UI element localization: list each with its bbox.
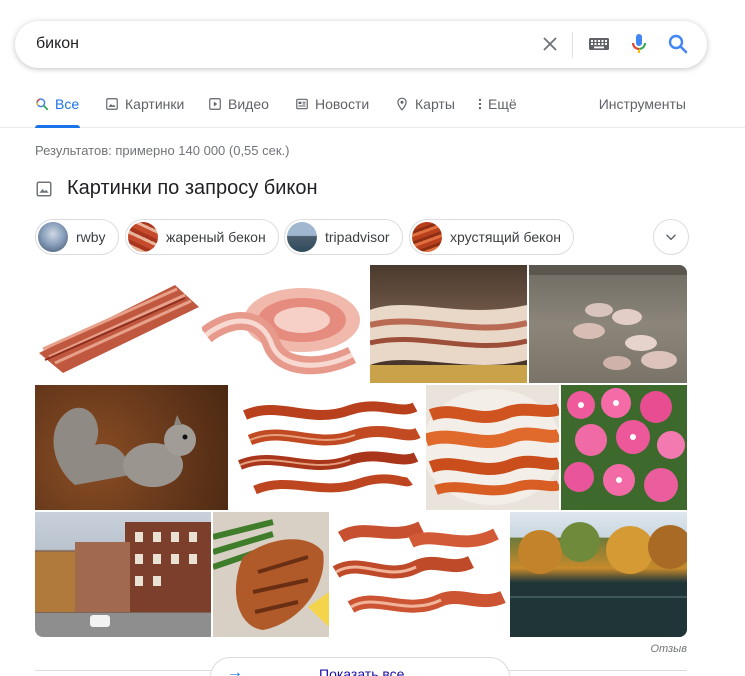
tab-label: Карты bbox=[415, 96, 455, 112]
show-all-button[interactable]: → Показать все bbox=[210, 657, 510, 676]
image-bacon-plate[interactable] bbox=[426, 385, 559, 510]
image-icon bbox=[106, 98, 118, 110]
image-street[interactable] bbox=[35, 512, 211, 637]
microphone-icon[interactable] bbox=[627, 32, 651, 56]
pond-picture bbox=[510, 522, 687, 637]
bacon-slab-picture bbox=[370, 305, 527, 383]
search-tabs: Все Картинки Видео Новости Карты Ещё Инс… bbox=[0, 88, 745, 128]
tab-more[interactable]: Ещё bbox=[476, 96, 517, 112]
tab-label: Видео bbox=[228, 96, 269, 112]
chip-tripadvisor[interactable]: tripadvisor bbox=[284, 219, 403, 255]
tab-all[interactable]: Все bbox=[35, 96, 79, 112]
image-pond[interactable] bbox=[510, 512, 687, 637]
street-picture bbox=[35, 522, 211, 627]
chevron-down-icon bbox=[666, 234, 676, 241]
tab-label: Ещё bbox=[488, 96, 517, 112]
tab-maps[interactable]: Карты bbox=[395, 96, 455, 112]
arrow-right-icon: → bbox=[227, 664, 243, 676]
image-bacon-rolled[interactable] bbox=[202, 265, 368, 383]
chip-label: tripadvisor bbox=[325, 229, 390, 245]
image-squirrel[interactable] bbox=[35, 385, 228, 510]
bacon-rolled-picture bbox=[202, 288, 360, 375]
bacon-crispy-picture bbox=[238, 401, 421, 495]
bacon-pieces-picture bbox=[332, 521, 506, 613]
news-icon bbox=[296, 98, 308, 110]
image-icon bbox=[36, 181, 52, 196]
image-bacon-slab[interactable] bbox=[370, 265, 527, 383]
keyboard-icon[interactable] bbox=[588, 36, 610, 52]
bacon-plate-picture bbox=[426, 389, 559, 505]
chips-next-button[interactable] bbox=[653, 219, 689, 255]
image-bacon-strips[interactable] bbox=[35, 265, 200, 383]
chip-label: хрустящий бекон bbox=[450, 229, 561, 245]
close-icon[interactable] bbox=[539, 33, 561, 55]
chip-rwby[interactable]: rwby bbox=[35, 219, 119, 255]
piglets-picture bbox=[529, 265, 687, 370]
chip-thumbnail bbox=[128, 222, 158, 252]
tab-images[interactable]: Картинки bbox=[105, 96, 184, 112]
image-grid bbox=[35, 265, 687, 637]
chip-crispy-bacon[interactable]: хрустящий бекон bbox=[409, 219, 574, 255]
tab-label: Все bbox=[55, 96, 80, 112]
map-pin-icon bbox=[397, 97, 407, 111]
feedback-link[interactable]: Отзыв bbox=[650, 643, 687, 655]
show-all-label: Показать все bbox=[319, 666, 405, 676]
search-icon[interactable] bbox=[666, 32, 690, 56]
squirrel-picture bbox=[53, 407, 196, 487]
chip-thumbnail bbox=[287, 222, 317, 252]
image-pink-flowers[interactable] bbox=[561, 385, 687, 510]
chip-thumbnail bbox=[38, 222, 68, 252]
image-bacon-pieces[interactable] bbox=[331, 512, 508, 637]
image-bacon-crispy[interactable] bbox=[230, 385, 424, 510]
chip-label: rwby bbox=[76, 229, 106, 245]
search-input[interactable]: бикон bbox=[36, 35, 79, 53]
chip-fried-bacon[interactable]: жареный бекон bbox=[125, 219, 279, 255]
grilled-fish-picture bbox=[213, 519, 329, 630]
more-vertical-icon bbox=[478, 98, 482, 110]
search-box[interactable]: бикон bbox=[15, 21, 707, 68]
result-stats: Результатов: примерно 140 000 (0,55 сек.… bbox=[35, 143, 290, 158]
active-tab-indicator bbox=[35, 125, 80, 128]
image-piglets[interactable] bbox=[529, 265, 687, 383]
images-section-heading[interactable]: Картинки по запросу бикон bbox=[35, 177, 318, 200]
tools-button[interactable]: Инструменты bbox=[599, 96, 686, 112]
tab-video[interactable]: Видео bbox=[208, 96, 269, 112]
pink-flowers-picture bbox=[564, 388, 685, 502]
bacon-strips-picture bbox=[39, 285, 199, 373]
images-section-title: Картинки по запросу бикон bbox=[67, 177, 318, 199]
chip-label: жареный бекон bbox=[166, 229, 266, 245]
tab-label: Картинки bbox=[125, 96, 185, 112]
search-icon bbox=[36, 98, 49, 111]
image-grilled-fish[interactable] bbox=[213, 512, 329, 637]
play-icon bbox=[209, 98, 221, 110]
tab-news[interactable]: Новости bbox=[295, 96, 369, 112]
search-divider bbox=[572, 32, 573, 58]
tab-label: Новости bbox=[315, 96, 370, 112]
chip-thumbnail bbox=[412, 222, 442, 252]
